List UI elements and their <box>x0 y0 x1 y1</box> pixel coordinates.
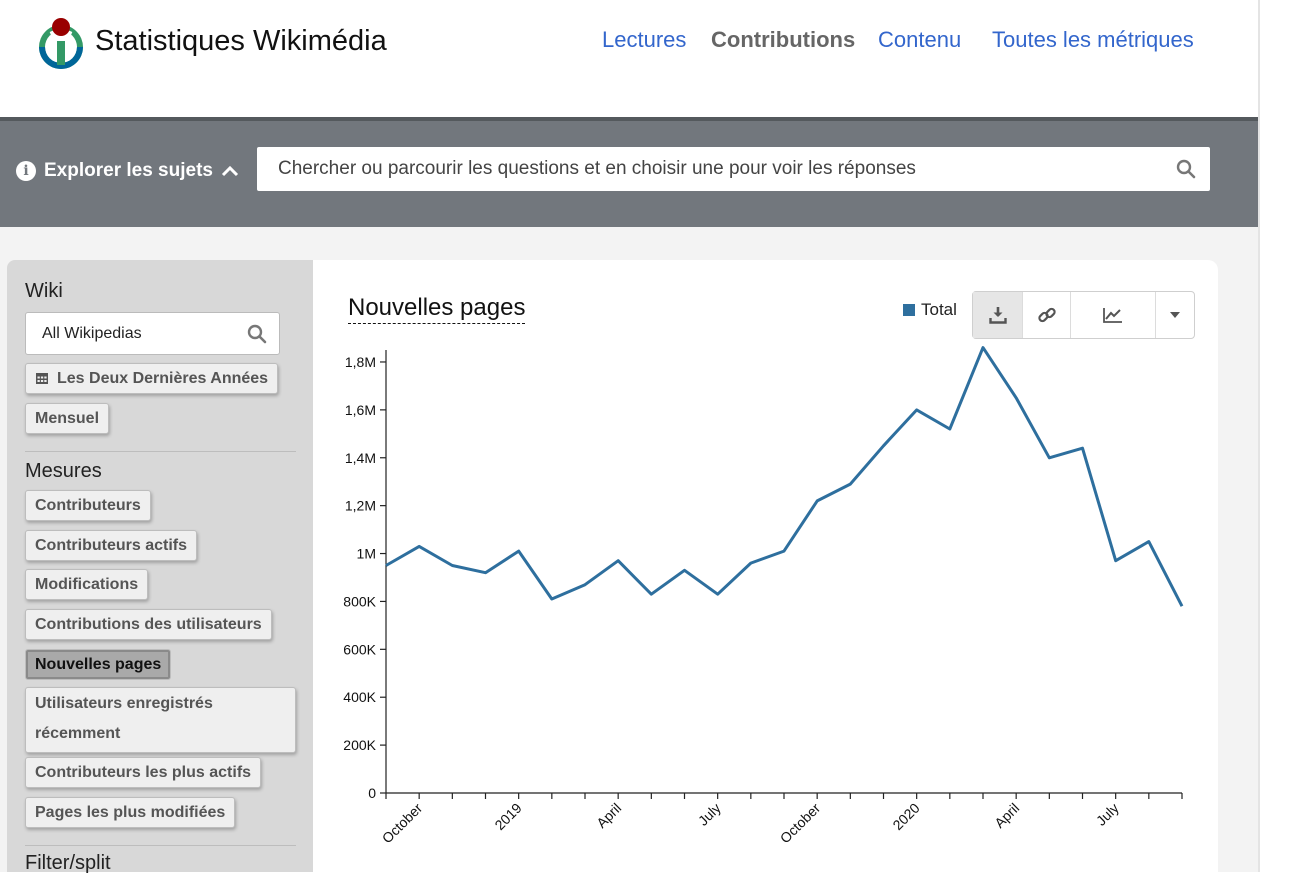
y-tick-label: 1,2M <box>345 498 376 514</box>
y-tick-label: 1M <box>357 546 376 562</box>
wikimedia-logo-icon[interactable] <box>34 17 88 71</box>
chart-legend: Total <box>903 300 957 320</box>
nav-contenu[interactable]: Contenu <box>878 27 961 53</box>
metric-contributions-des-utilisateurs[interactable]: Contributions des utilisateurs <box>25 609 272 640</box>
explore-topics-toggle[interactable]: i Explorer les sujets <box>16 160 239 182</box>
x-tick-label: October <box>777 800 824 847</box>
y-tick-label: 1,4M <box>345 450 376 466</box>
y-tick-label: 600K <box>343 641 376 657</box>
x-tick-label: July <box>1093 800 1122 829</box>
nav-lectures[interactable]: Lectures <box>602 27 686 53</box>
link-icon <box>1037 307 1056 323</box>
chart-type-button[interactable] <box>1071 292 1156 338</box>
search-icon[interactable] <box>1176 159 1196 179</box>
y-tick-label: 400K <box>343 689 376 705</box>
nav-toutes-les-metriques[interactable]: Toutes les métriques <box>992 27 1194 53</box>
series-line-total <box>385 346 1184 607</box>
granularity-button[interactable]: Mensuel <box>25 403 110 434</box>
y-tick-label: 1,6M <box>345 402 376 418</box>
info-icon: i <box>16 161 36 181</box>
calendar-icon <box>36 373 48 384</box>
x-tick-label: April <box>593 800 624 831</box>
metric-contributeurs[interactable]: Contributeurs <box>25 490 151 521</box>
download-icon <box>988 307 1007 324</box>
x-tick-label: 2020 <box>889 800 922 833</box>
nav-contributions[interactable]: Contributions <box>711 27 855 53</box>
time-range-label: Les Deux Dernières Années <box>57 370 269 387</box>
question-search <box>257 147 1210 191</box>
chart-options-dropdown[interactable] <box>1156 292 1194 338</box>
download-button[interactable] <box>973 292 1023 338</box>
chevron-up-icon <box>221 165 239 177</box>
chart-title[interactable]: Nouvelles pages <box>348 294 526 324</box>
page-edge <box>1258 0 1260 872</box>
wiki-selector[interactable]: All Wikipedias <box>25 312 280 355</box>
time-range-button[interactable]: Les Deux Dernières Années <box>25 363 279 394</box>
question-search-input[interactable] <box>257 147 1157 191</box>
top-header: Statistiques Wikimédia Lectures Contribu… <box>0 0 1258 117</box>
sidebar-divider <box>25 845 296 846</box>
metric-modifications[interactable]: Modifications <box>25 569 149 600</box>
x-tick-label: 2019 <box>491 800 524 833</box>
link-button[interactable] <box>1023 292 1071 338</box>
search-icon <box>247 324 267 344</box>
metric-contributeurs-actifs[interactable]: Contributeurs actifs <box>25 530 198 561</box>
search-band: i Explorer les sujets <box>0 117 1258 227</box>
metric-utilisateurs-enregistres-recemment[interactable]: Utilisateurs enregistrés récemment <box>25 687 296 753</box>
y-tick-label: 1,8M <box>345 354 376 370</box>
x-tick-label: October <box>379 800 426 847</box>
x-tick-label: July <box>695 800 724 829</box>
y-tick-label: 200K <box>343 737 376 753</box>
y-tick-label: 800K <box>343 593 376 609</box>
metric-nouvelles-pages[interactable]: Nouvelles pages <box>25 649 172 680</box>
metrics-section-title: Mesures <box>25 460 102 482</box>
chart-panel: Nouvelles pages Total 0 200K 400K 600K 800K 1… <box>313 260 1218 872</box>
line-chart-icon <box>1103 308 1122 323</box>
legend-label: Total <box>921 300 957 319</box>
sidebar-divider <box>25 451 296 452</box>
sidebar: Wiki All Wikipedias Les Deux Dernières A… <box>7 260 313 874</box>
metric-contributeurs-les-plus-actifs[interactable]: Contributeurs les plus actifs <box>25 757 262 788</box>
x-tick-label: April <box>991 800 1022 831</box>
explore-topics-label: Explorer les sujets <box>44 160 213 181</box>
wiki-selector-value: All Wikipedias <box>42 325 142 342</box>
site-brand[interactable]: Statistiques Wikimédia <box>95 25 387 58</box>
metric-pages-les-plus-modifiees[interactable]: Pages les plus modifiées <box>25 797 236 828</box>
y-tick-label: 0 <box>368 785 376 801</box>
legend-swatch <box>903 304 915 316</box>
wiki-section-title: Wiki <box>25 280 63 302</box>
line-chart: 0 200K 400K 600K 800K 1M 1,2M 1,4M 1,6M 1,8M Octob… <box>343 346 1184 847</box>
chart-toolbar <box>972 291 1195 339</box>
caret-down-icon <box>1170 312 1180 318</box>
